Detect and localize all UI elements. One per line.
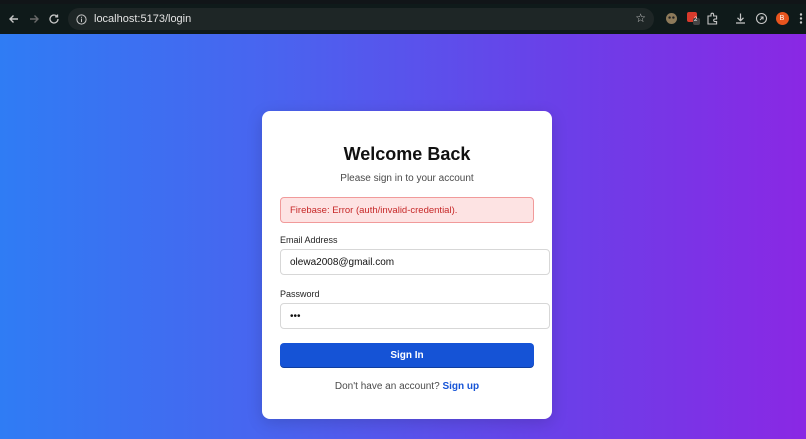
arrow-right-icon	[30, 15, 39, 23]
page-background: Welcome Back Please sign in to your acco…	[0, 34, 806, 439]
site-info-button[interactable]	[73, 11, 89, 27]
profile-initial: B	[775, 11, 789, 25]
page-title: Welcome Back	[343, 144, 471, 164]
address-bar[interactable]: localhost:5173/login ☆	[68, 8, 654, 30]
reload-icon	[49, 14, 59, 24]
extension-badge-count: 2	[694, 17, 698, 23]
signup-prompt-text: Don't have an account?	[334, 381, 440, 392]
password-label: Password	[280, 289, 320, 299]
extension-badge-icon[interactable]: 2	[685, 10, 701, 26]
sign-in-label: Sign In	[390, 350, 424, 361]
error-alert: Firebase: Error (auth/invalid-credential…	[280, 197, 534, 223]
sign-up-link[interactable]: Sign up	[442, 381, 479, 392]
back-button[interactable]	[4, 9, 24, 29]
password-value: •••	[290, 310, 301, 322]
download-icon[interactable]	[732, 10, 748, 26]
info-icon	[75, 13, 87, 25]
share-icon[interactable]	[753, 10, 769, 26]
email-label: Email Address	[280, 235, 338, 245]
bookmark-star-icon[interactable]: ☆	[635, 11, 646, 25]
sign-in-button[interactable]: Sign In	[280, 343, 534, 368]
extension-icon[interactable]	[663, 10, 679, 26]
browser-toolbar: localhost:5173/login ☆ 2 B	[0, 4, 806, 34]
arrow-left-icon	[9, 15, 18, 23]
login-card: Welcome Back Please sign in to your acco…	[262, 111, 552, 419]
more-menu-icon[interactable]	[793, 10, 806, 26]
email-field[interactable]: olewa2008@gmail.com	[280, 249, 550, 275]
extensions-puzzle-icon[interactable]	[704, 10, 720, 26]
profile-avatar[interactable]: B	[774, 10, 790, 26]
password-field[interactable]: •••	[280, 303, 550, 329]
reload-button[interactable]	[44, 9, 64, 29]
forward-button[interactable]	[24, 9, 44, 29]
signup-prompt: Don't have an account? Sign up	[262, 381, 552, 392]
email-value: olewa2008@gmail.com	[290, 256, 395, 268]
page-subtitle: Please sign in to your account	[340, 173, 474, 184]
error-message: Firebase: Error (auth/invalid-credential…	[290, 204, 458, 216]
url-text[interactable]: localhost:5173/login	[94, 13, 191, 25]
